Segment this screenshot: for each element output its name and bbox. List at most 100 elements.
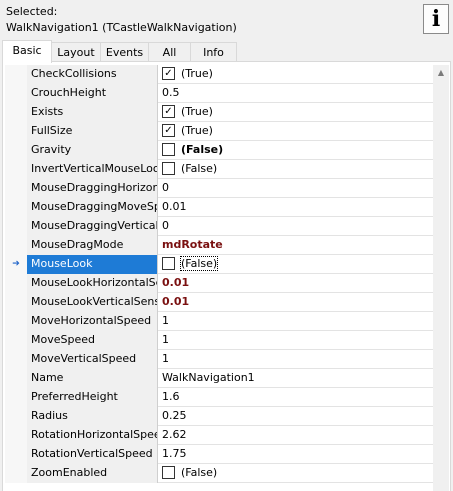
row-gutter	[5, 293, 27, 312]
property-row[interactable]: Radius 0.25	[5, 407, 433, 426]
property-row[interactable]: CrouchHeight 0.5	[5, 84, 433, 103]
property-row[interactable]: RotationVerticalSpeed 1.75	[5, 445, 433, 464]
property-row[interactable]: InvertVerticalMouseLoo (False)	[5, 160, 433, 179]
property-value[interactable]: 0.01	[158, 293, 433, 312]
property-grid[interactable]: CheckCollisions ✓ (True) CrouchHeight 0.5 Exi…	[5, 65, 433, 491]
property-row[interactable]: FullSize ✓ (True)	[5, 122, 433, 141]
property-name[interactable]: CheckCollisions	[27, 65, 158, 84]
row-gutter	[5, 388, 27, 407]
property-name[interactable]: MouseDraggingHorizor	[27, 179, 158, 198]
property-value[interactable]: mdRotate	[158, 236, 433, 255]
property-value-text: (False)	[181, 162, 218, 175]
property-value-text: (False)	[181, 143, 224, 156]
tab-basic[interactable]: Basic	[2, 40, 52, 63]
property-name[interactable]: RotationVerticalSpeed	[27, 445, 158, 464]
property-name[interactable]: Name	[27, 369, 158, 388]
property-name[interactable]: MoveHorizontalSpeed	[27, 312, 158, 331]
checkbox-unchecked[interactable]	[162, 256, 175, 270]
property-value[interactable]: 1	[158, 331, 433, 350]
property-value[interactable]: 1.75	[158, 445, 433, 464]
vertical-scrollbar[interactable]: ▲	[433, 65, 449, 491]
row-gutter	[5, 312, 27, 331]
property-value[interactable]: 1	[158, 312, 433, 331]
property-value[interactable]: 0.01	[158, 274, 433, 293]
property-value[interactable]: WalkNavigation1	[158, 369, 433, 388]
row-gutter	[5, 236, 27, 255]
property-name[interactable]: MouseDraggingMoveSp	[27, 198, 158, 217]
property-name[interactable]: RotationHorizontalSpee	[27, 426, 158, 445]
selected-label: Selected:	[6, 5, 58, 18]
property-name[interactable]: MouseDragMode	[27, 236, 158, 255]
property-name[interactable]: MoveSpeed	[27, 331, 158, 350]
tab-layout[interactable]: Layout	[51, 42, 101, 61]
property-name[interactable]: CrouchHeight	[27, 84, 158, 103]
property-name[interactable]: InvertVerticalMouseLoo	[27, 160, 158, 179]
property-row[interactable]: Exists ✓ (True)	[5, 103, 433, 122]
property-value[interactable]: 0.25	[158, 407, 433, 426]
property-row[interactable]: MouseLookVerticalSens 0.01	[5, 293, 433, 312]
property-name[interactable]: Gravity	[27, 141, 158, 160]
current-row-arrow-icon: ➔	[5, 255, 27, 274]
tab-strip: Basic Layout Events All Info	[0, 40, 453, 63]
property-name[interactable]: Radius	[27, 407, 158, 426]
property-row[interactable]: ➔ MouseLook (False)	[5, 255, 433, 274]
checkbox-unchecked[interactable]	[162, 465, 175, 479]
property-name[interactable]: Exists	[27, 103, 158, 122]
checkbox-unchecked[interactable]	[162, 142, 175, 156]
property-name[interactable]: MouseDraggingVerticall	[27, 217, 158, 236]
property-name[interactable]: ZoomEnabled	[27, 464, 158, 483]
property-row[interactable]: MouseDraggingHorizor 0	[5, 179, 433, 198]
property-row[interactable]: MouseDragMode mdRotate	[5, 236, 433, 255]
property-name[interactable]: MouseLook	[27, 255, 158, 274]
scroll-up-arrow-icon[interactable]: ▲	[433, 65, 449, 81]
property-name[interactable]: FullSize	[27, 122, 158, 141]
property-value[interactable]: 0	[158, 179, 433, 198]
property-row[interactable]: MoveVerticalSpeed 1	[5, 350, 433, 369]
property-row[interactable]: ZoomEnabled (False)	[5, 464, 433, 483]
property-value[interactable]: ✓ (True)	[158, 122, 433, 141]
property-value-text: (False)	[181, 466, 218, 479]
property-row[interactable]: MoveSpeed 1	[5, 331, 433, 350]
row-gutter	[5, 350, 27, 369]
selected-object-name: WalkNavigation1 (TCastleWalkNavigation)	[6, 21, 237, 34]
checkbox-checked[interactable]: ✓	[162, 123, 175, 137]
tab-events[interactable]: Events	[100, 42, 149, 61]
tab-info[interactable]: Info	[190, 42, 237, 61]
property-row[interactable]: MouseDraggingVerticall 0	[5, 217, 433, 236]
property-row[interactable]: Gravity (False)	[5, 141, 433, 160]
row-gutter	[5, 65, 27, 84]
checkbox-checked[interactable]: ✓	[162, 104, 175, 118]
property-name[interactable]: MouseLookHorizontalSe	[27, 274, 158, 293]
property-value[interactable]: (False)	[158, 464, 433, 483]
property-value[interactable]: (False)	[158, 255, 433, 274]
property-value[interactable]: 1	[158, 350, 433, 369]
property-value[interactable]: (False)	[158, 160, 433, 179]
row-gutter	[5, 274, 27, 293]
property-row[interactable]: PreferredHeight 1.6	[5, 388, 433, 407]
property-value[interactable]: 0	[158, 217, 433, 236]
tab-all[interactable]: All	[148, 42, 191, 61]
property-row[interactable]: Name WalkNavigation1	[5, 369, 433, 388]
property-value[interactable]: 0.5	[158, 84, 433, 103]
property-name[interactable]: PreferredHeight	[27, 388, 158, 407]
row-gutter	[5, 103, 27, 122]
property-row[interactable]: MouseDraggingMoveSp 0.01	[5, 198, 433, 217]
row-gutter	[5, 84, 27, 103]
property-name[interactable]: MouseLookVerticalSens	[27, 293, 158, 312]
property-value[interactable]: 0.01	[158, 198, 433, 217]
property-row[interactable]: CheckCollisions ✓ (True)	[5, 65, 433, 84]
inspector-header: Selected: WalkNavigation1 (TCastleWalkNa…	[0, 0, 453, 42]
property-value[interactable]: (False)	[158, 141, 433, 160]
info-button[interactable]: i	[423, 4, 449, 34]
checkbox-checked[interactable]: ✓	[162, 66, 175, 80]
checkbox-unchecked[interactable]	[162, 161, 175, 175]
property-row[interactable]: RotationHorizontalSpee 2.62	[5, 426, 433, 445]
property-value[interactable]: ✓ (True)	[158, 103, 433, 122]
property-value[interactable]: ✓ (True)	[158, 65, 433, 84]
property-value[interactable]: 2.62	[158, 426, 433, 445]
property-name[interactable]: MoveVerticalSpeed	[27, 350, 158, 369]
object-inspector: Selected: WalkNavigation1 (TCastleWalkNa…	[0, 0, 453, 491]
property-row[interactable]: MouseLookHorizontalSe 0.01	[5, 274, 433, 293]
property-value[interactable]: 1.6	[158, 388, 433, 407]
property-row[interactable]: MoveHorizontalSpeed 1	[5, 312, 433, 331]
